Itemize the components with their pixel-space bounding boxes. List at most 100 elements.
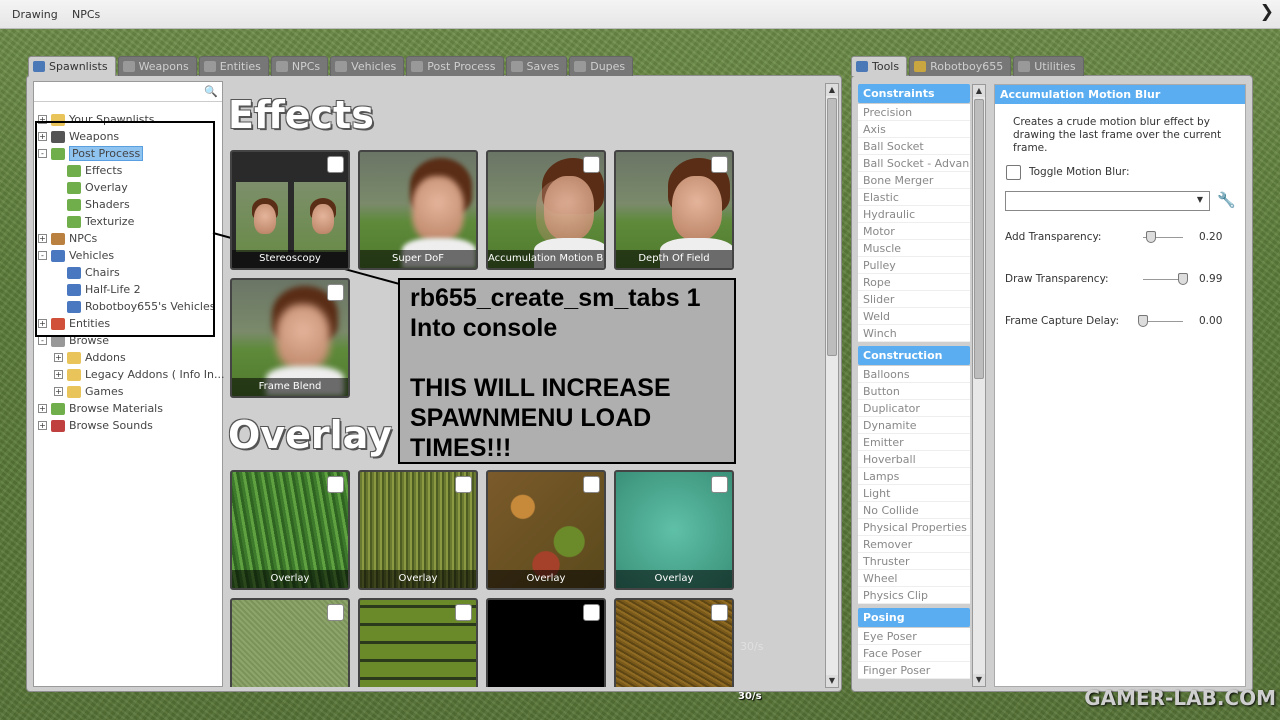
tile-accumulation-motion-blur[interactable]: Accumulation Motion Blur bbox=[486, 150, 606, 270]
chevron-right-icon[interactable]: ❯ bbox=[1260, 2, 1274, 22]
scroll-down-arrow-icon[interactable]: ▼ bbox=[973, 674, 985, 686]
slider-track[interactable] bbox=[1143, 321, 1183, 322]
tab-entities[interactable]: Entities bbox=[198, 56, 269, 76]
tile-stereoscopy[interactable]: Stereoscopy bbox=[230, 150, 350, 270]
expand-icon[interactable]: + bbox=[54, 353, 63, 362]
tile-checkbox[interactable] bbox=[327, 156, 344, 173]
tool-item[interactable]: Ball Socket bbox=[858, 138, 970, 155]
tool-category-header[interactable]: Construction bbox=[858, 346, 970, 365]
wrench-icon[interactable]: 🔧 bbox=[1217, 191, 1236, 209]
scroll-thumb[interactable] bbox=[974, 99, 984, 379]
tool-item[interactable]: Emitter bbox=[858, 434, 970, 451]
tab-vehicles[interactable]: Vehicles bbox=[330, 56, 405, 76]
tab-weapons[interactable]: Weapons bbox=[117, 56, 197, 76]
tool-item[interactable]: Balloons bbox=[858, 366, 970, 383]
tab-saves[interactable]: Saves bbox=[505, 56, 568, 76]
tile-shader-stained-glass[interactable] bbox=[358, 598, 478, 687]
search-input[interactable]: 🔍 bbox=[34, 82, 222, 102]
tool-item[interactable]: Eye Poser bbox=[858, 628, 970, 645]
tile-overlay-straw[interactable]: Overlay bbox=[358, 470, 478, 590]
tree-item[interactable]: + Browse Materials bbox=[38, 400, 163, 417]
tool-item[interactable]: Light bbox=[858, 485, 970, 502]
scroll-up-arrow-icon[interactable]: ▲ bbox=[826, 84, 838, 96]
tool-item[interactable]: Button bbox=[858, 383, 970, 400]
scroll-up-arrow-icon[interactable]: ▲ bbox=[973, 85, 985, 97]
menu-drawing[interactable]: Drawing bbox=[12, 8, 58, 21]
tile-checkbox[interactable] bbox=[583, 604, 600, 621]
tree-item[interactable]: + Addons bbox=[54, 349, 126, 366]
tile-depth-of-field[interactable]: Depth Of Field bbox=[614, 150, 734, 270]
slider-knob[interactable] bbox=[1138, 315, 1148, 327]
tool-item[interactable]: Bone Merger bbox=[858, 172, 970, 189]
tab-post-process[interactable]: Post Process bbox=[406, 56, 504, 76]
tile-shader-rust[interactable] bbox=[614, 598, 734, 687]
tool-list-scrollbar[interactable]: ▲ ▼ bbox=[972, 84, 986, 687]
tile-checkbox[interactable] bbox=[711, 604, 728, 621]
tool-category-header[interactable]: Posing bbox=[858, 608, 970, 627]
tool-item[interactable]: No Collide bbox=[858, 502, 970, 519]
tile-overlay-leaves[interactable]: Overlay bbox=[486, 470, 606, 590]
tile-checkbox[interactable] bbox=[327, 284, 344, 301]
toggle-motion-blur-checkbox[interactable] bbox=[1006, 165, 1021, 180]
tile-checkbox[interactable] bbox=[455, 476, 472, 493]
tile-checkbox[interactable] bbox=[711, 156, 728, 173]
tile-shader-noise[interactable] bbox=[230, 598, 350, 687]
scroll-down-arrow-icon[interactable]: ▼ bbox=[826, 675, 838, 687]
tab-dupes[interactable]: Dupes bbox=[569, 56, 634, 76]
tool-item[interactable]: Physics Clip bbox=[858, 587, 970, 604]
tile-shader-black[interactable] bbox=[486, 598, 606, 687]
tool-item[interactable]: Muscle bbox=[858, 240, 970, 257]
tool-category-header[interactable]: Constraints bbox=[858, 84, 970, 103]
tab-robotboy655[interactable]: Robotboy655 bbox=[909, 56, 1012, 76]
tile-checkbox[interactable] bbox=[455, 604, 472, 621]
content-scrollbar[interactable]: ▲ ▼ bbox=[825, 83, 839, 688]
tool-item[interactable]: Hoverball bbox=[858, 451, 970, 468]
tool-item[interactable]: Remover bbox=[858, 536, 970, 553]
tool-item[interactable]: Winch bbox=[858, 325, 970, 342]
preset-dropdown[interactable]: ▼ bbox=[1005, 191, 1210, 211]
tool-item[interactable]: Rope bbox=[858, 274, 970, 291]
tree-item[interactable]: + Browse Sounds bbox=[38, 417, 153, 434]
scroll-thumb[interactable] bbox=[827, 98, 837, 356]
tool-item[interactable]: Pulley bbox=[858, 257, 970, 274]
expand-icon[interactable]: + bbox=[54, 370, 63, 379]
tool-item[interactable]: Thruster bbox=[858, 553, 970, 570]
tool-item[interactable]: Finger Poser bbox=[858, 662, 970, 679]
tile-super-dof[interactable]: Super DoF bbox=[358, 150, 478, 270]
tab-utilities[interactable]: Utilities bbox=[1013, 56, 1084, 76]
expand-icon[interactable]: + bbox=[38, 404, 47, 413]
expand-icon[interactable]: + bbox=[38, 421, 47, 430]
tool-item[interactable]: Motor bbox=[858, 223, 970, 240]
search-icon[interactable]: 🔍 bbox=[204, 85, 218, 98]
tab-spawnlists[interactable]: Spawnlists bbox=[28, 56, 116, 76]
tab-tools[interactable]: Tools bbox=[851, 56, 908, 76]
tile-checkbox[interactable] bbox=[711, 476, 728, 493]
tree-item[interactable]: + Legacy Addons ( Info In... bbox=[54, 366, 225, 383]
slider-knob[interactable] bbox=[1146, 231, 1156, 243]
tile-overlay-water[interactable]: Overlay bbox=[614, 470, 734, 590]
tool-item[interactable]: Dynamite bbox=[858, 417, 970, 434]
tool-item[interactable]: Lamps bbox=[858, 468, 970, 485]
collapse-icon[interactable]: - bbox=[38, 336, 47, 345]
expand-icon[interactable]: + bbox=[54, 387, 63, 396]
tile-checkbox[interactable] bbox=[583, 476, 600, 493]
menu-npcs[interactable]: NPCs bbox=[72, 8, 100, 21]
tile-checkbox[interactable] bbox=[327, 476, 344, 493]
tool-item[interactable]: Elastic bbox=[858, 189, 970, 206]
tile-frame-blend[interactable]: Frame Blend bbox=[230, 278, 350, 398]
tool-item[interactable]: Hydraulic bbox=[858, 206, 970, 223]
tool-item[interactable]: Slider bbox=[858, 291, 970, 308]
tile-overlay-grass[interactable]: Overlay bbox=[230, 470, 350, 590]
tab-npcs[interactable]: NPCs bbox=[270, 56, 329, 76]
tool-item[interactable]: Ball Socket - Advan... bbox=[858, 155, 970, 172]
tool-item[interactable]: Wheel bbox=[858, 570, 970, 587]
tool-item[interactable]: Physical Properties bbox=[858, 519, 970, 536]
tile-checkbox[interactable] bbox=[327, 604, 344, 621]
tool-item[interactable]: Face Poser bbox=[858, 645, 970, 662]
tile-checkbox[interactable] bbox=[583, 156, 600, 173]
tool-item[interactable]: Weld bbox=[858, 308, 970, 325]
tree-item[interactable]: + Games bbox=[54, 383, 123, 400]
slider-knob[interactable] bbox=[1177, 273, 1188, 285]
tool-item[interactable]: Duplicator bbox=[858, 400, 970, 417]
tool-item[interactable]: Axis bbox=[858, 121, 970, 138]
